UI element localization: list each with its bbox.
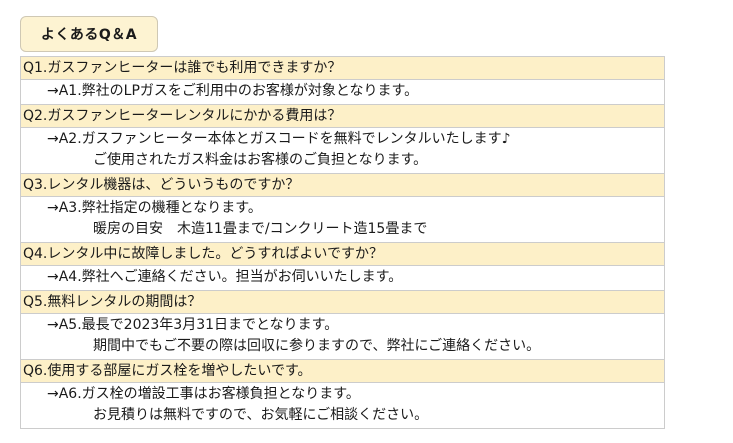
faq-answer-3: →A3.弊社指定の機種となります。 暖房の目安 木造11畳まで/コンクリート造1… <box>21 197 664 243</box>
faq-answer-line: 暖房の目安 木造11畳まで/コンクリート造15畳まで <box>93 221 428 237</box>
faq-answer-5: →A5.最長で2023年3月31日までとなります。 期間中でもご不要の際は回収に… <box>21 314 664 360</box>
faq-answer-4: →A4.弊社へご連絡ください。担当がお伺いいたします。 <box>21 266 664 291</box>
faq-answer-line: →A5.最長で2023年3月31日までとなります。 <box>47 317 339 333</box>
faq-answer-line: 期間中でもご不要の際は回収に参りますので、弊社にご連絡ください。 <box>93 338 541 354</box>
faq-answer-6: →A6.ガス栓の増設工事はお客様負担となります。 お見積りは無料ですので、お気軽… <box>21 383 664 429</box>
faq-question-4: Q4.レンタル中に故障しました。どうすればよいですか？ <box>21 243 664 266</box>
faq-question-1: Q1.ガスファンヒーターは誰でも利用できますか？ <box>21 57 664 80</box>
faq-answer-line: →A3.弊社指定の機種となります。 <box>47 200 262 216</box>
faq-title-tab: よくあるQ＆A <box>20 16 158 52</box>
faq-answer-line: お見積りは無料ですので、お気軽にご相談ください。 <box>93 407 429 423</box>
faq-answer-line: →A4.弊社へご連絡ください。担当がお伺いいたします。 <box>47 269 403 285</box>
faq-question-2: Q2.ガスファンヒーターレンタルにかかる費用は？ <box>21 105 664 128</box>
faq-table: Q1.ガスファンヒーターは誰でも利用できますか？ →A1.弊社のLPガスをご利用… <box>20 56 665 429</box>
faq-answer-1: →A1.弊社のLPガスをご利用中のお客様が対象となります。 <box>21 80 664 105</box>
faq-answer-line: →A2.ガスファンヒーター本体とガスコードを無料でレンタルいたします♪ <box>47 131 511 147</box>
faq-answer-line: →A1.弊社のLPガスをご利用中のお客様が対象となります。 <box>47 83 419 99</box>
faq-answer-line: →A6.ガス栓の増設工事はお客様負担となります。 <box>47 386 360 402</box>
faq-question-3: Q3.レンタル機器は、どういうものですか？ <box>21 174 664 197</box>
faq-answer-2: →A2.ガスファンヒーター本体とガスコードを無料でレンタルいたします♪ ご使用さ… <box>21 128 664 174</box>
faq-question-6: Q6.使用する部屋にガス栓を増やしたいです。 <box>21 360 664 383</box>
faq-answer-line: ご使用されたガス料金はお客様のご負担となります。 <box>93 152 428 168</box>
faq-question-5: Q5.無料レンタルの期間は？ <box>21 291 664 314</box>
